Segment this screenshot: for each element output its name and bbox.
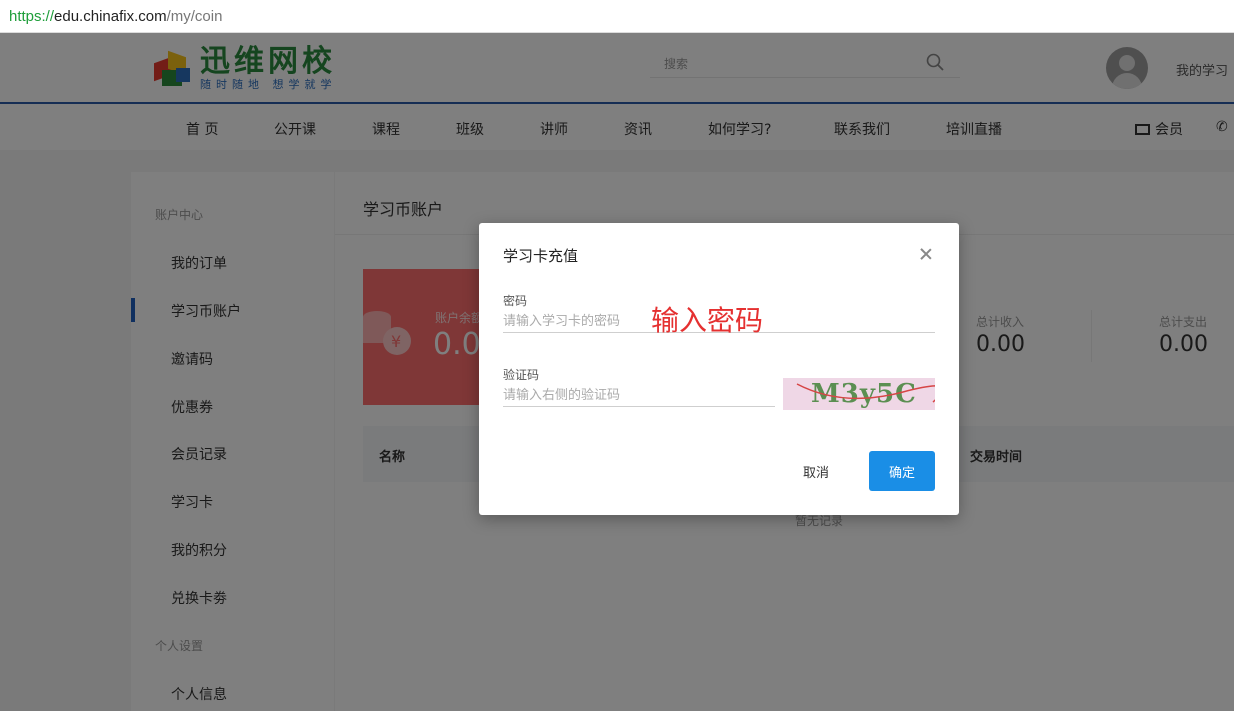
dialog-title: 学习卡充值 — [503, 247, 579, 265]
url-path: /my/coin — [166, 7, 223, 25]
close-icon[interactable] — [919, 247, 933, 261]
captcha-label: 验证码 — [503, 368, 540, 382]
captcha-input[interactable] — [503, 385, 775, 407]
captcha-image[interactable]: M3y5C — [783, 378, 935, 410]
confirm-button[interactable]: 确定 — [869, 451, 935, 491]
address-bar[interactable]: https:// edu.chinafix.com /my/coin — [0, 0, 1234, 33]
url-scheme: https:// — [9, 7, 55, 25]
url-host: edu.chinafix.com — [54, 7, 167, 25]
password-label: 密码 — [503, 294, 528, 308]
annotation-enter-password: 输入密码 — [651, 304, 764, 337]
study-card-recharge-dialog: 学习卡充值 密码 输入密码 验证码 M3y5C 取消 确定 — [479, 223, 959, 515]
captcha-text: M3y5C — [811, 379, 917, 409]
cancel-button[interactable]: 取消 — [783, 451, 849, 491]
